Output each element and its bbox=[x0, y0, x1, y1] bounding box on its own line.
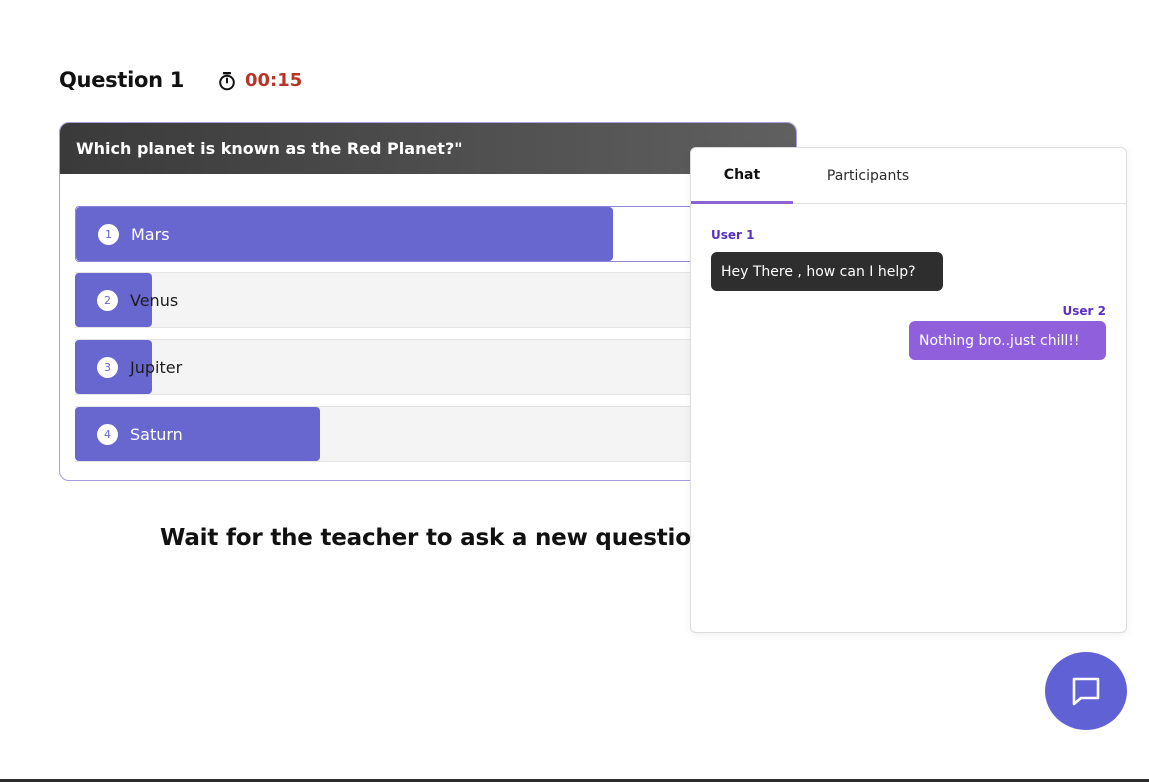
message-sender: User 2 bbox=[1062, 304, 1106, 318]
option-label: Jupiter bbox=[130, 357, 183, 377]
chat-panel: Chat Participants User 1 Hey There , how… bbox=[690, 147, 1127, 633]
chat-message-received: Hey There , how can I help? bbox=[711, 252, 943, 291]
option-label: Saturn bbox=[130, 424, 183, 444]
option-number: 4 bbox=[97, 423, 118, 445]
option-label: Venus bbox=[130, 290, 179, 310]
chat-message-sent: Nothing bro..just chill!! bbox=[909, 321, 1106, 360]
option-label: Mars bbox=[131, 224, 170, 244]
option-jupiter[interactable]: 3 Jupiter bbox=[75, 339, 775, 395]
option-number: 3 bbox=[97, 356, 118, 378]
chat-toggle-button[interactable] bbox=[1045, 652, 1127, 730]
option-saturn[interactable]: 4 Saturn bbox=[75, 406, 775, 462]
quiz-card: Which planet is known as the Red Planet?… bbox=[59, 122, 797, 481]
timer-value: 00:15 bbox=[245, 70, 303, 91]
option-venus[interactable]: 2 Venus bbox=[75, 272, 775, 328]
question-header: Which planet is known as the Red Planet?… bbox=[60, 123, 796, 174]
tab-participants[interactable]: Participants bbox=[793, 148, 943, 204]
message-sender: User 1 bbox=[711, 228, 755, 242]
option-number: 2 bbox=[97, 289, 118, 311]
option-mars[interactable]: 1 Mars bbox=[75, 206, 775, 262]
chat-bubble-icon bbox=[1072, 677, 1100, 706]
tab-chat[interactable]: Chat bbox=[691, 148, 793, 204]
wait-message: Wait for the teacher to ask a new questi… bbox=[160, 525, 716, 551]
stopwatch-icon bbox=[219, 71, 235, 90]
option-number: 1 bbox=[98, 223, 119, 245]
timer: 00:15 bbox=[217, 70, 302, 91]
question-title: Question 1 bbox=[59, 68, 185, 92]
chat-tabs: Chat Participants bbox=[691, 148, 1126, 204]
question-text: Which planet is known as the Red Planet?… bbox=[76, 139, 463, 158]
